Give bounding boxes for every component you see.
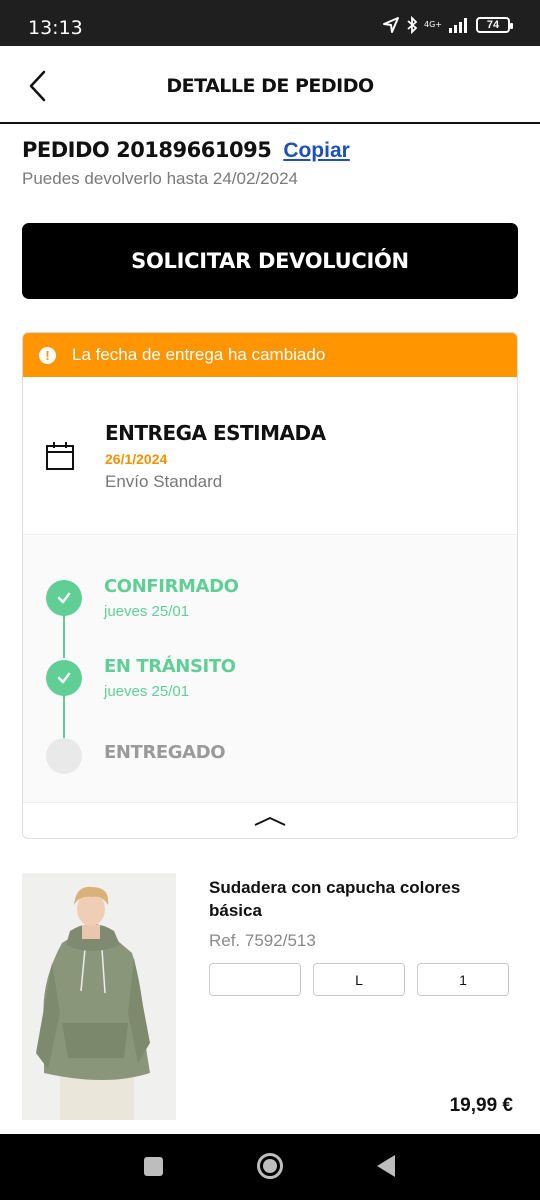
delivery-alert: ! La fecha de entrega ha cambiado — [23, 333, 517, 377]
battery-level: 74 — [486, 19, 500, 31]
status-bar: 13:13 4G+ 74 — [0, 0, 540, 46]
product-color — [209, 963, 301, 996]
page-title: DETALLE DE PEDIDO — [166, 75, 374, 97]
copy-order-link[interactable]: Copiar — [283, 139, 350, 163]
product-name[interactable]: Sudadera con capucha colores básica — [209, 876, 509, 922]
step-label: EN TRÁNSITO — [104, 656, 236, 677]
estimate-date: 26/1/2024 — [105, 451, 168, 467]
status-icons: 4G+ 74 — [382, 16, 513, 34]
location-arrow-icon — [383, 17, 399, 33]
check-icon — [57, 672, 71, 684]
tracking-timeline: CONFIRMADO jueves 25/01 EN TRÁNSITO juev… — [23, 536, 517, 804]
top-app-bar: DETALLE DE PEDIDO — [0, 46, 540, 124]
request-return-button[interactable]: SOLICITAR DEVOLUCIÓN — [22, 223, 518, 299]
estimated-delivery: ENTREGA ESTIMADA 26/1/2024 Envío Standar… — [23, 377, 517, 535]
estimate-title: ENTREGA ESTIMADA — [105, 421, 326, 445]
step-transit-check — [46, 660, 82, 696]
system-nav-bar — [0, 1134, 540, 1200]
product-image[interactable] — [22, 873, 176, 1120]
chevron-up-icon — [254, 816, 286, 826]
bluetooth-icon — [407, 16, 418, 34]
battery-icon: 74 — [476, 17, 513, 33]
home-circle-icon[interactable] — [257, 1153, 283, 1179]
product-quantity: 1 — [417, 963, 509, 996]
order-number: PEDIDO 20189661095 — [22, 138, 272, 162]
step-delivered-pending — [46, 738, 82, 774]
step-confirmed-check — [46, 580, 82, 616]
product-reference: Ref. 7592/513 — [209, 931, 316, 950]
step-date: jueves 25/01 — [104, 603, 190, 620]
back-triangle-icon[interactable] — [377, 1155, 395, 1177]
order-heading: PEDIDO 20189661095 Copiar — [22, 138, 350, 163]
exclamation-icon: ! — [39, 346, 56, 364]
alert-text: La fecha de entrega ha cambiado — [72, 345, 326, 364]
product-size: L — [313, 963, 405, 996]
shipping-method: Envío Standard — [105, 472, 223, 491]
step-label: ENTREGADO — [104, 742, 226, 763]
signal-icon — [449, 18, 467, 33]
step-label: CONFIRMADO — [104, 576, 239, 597]
recents-square-icon[interactable] — [144, 1157, 163, 1176]
status-time: 13:13 — [28, 17, 83, 39]
delivery-card: ! La fecha de entrega ha cambiado ENTREG… — [22, 332, 518, 839]
return-deadline: Puedes devolverlo hasta 24/02/2024 — [22, 169, 298, 188]
collapse-timeline-button[interactable] — [23, 802, 517, 838]
step-date: jueves 25/01 — [104, 683, 190, 700]
check-icon — [57, 592, 71, 604]
product-price: 19,99 € — [449, 1095, 513, 1116]
calendar-icon — [46, 442, 74, 470]
network-type: 4G+ — [424, 20, 442, 29]
hoodie-model-image — [22, 873, 176, 1120]
